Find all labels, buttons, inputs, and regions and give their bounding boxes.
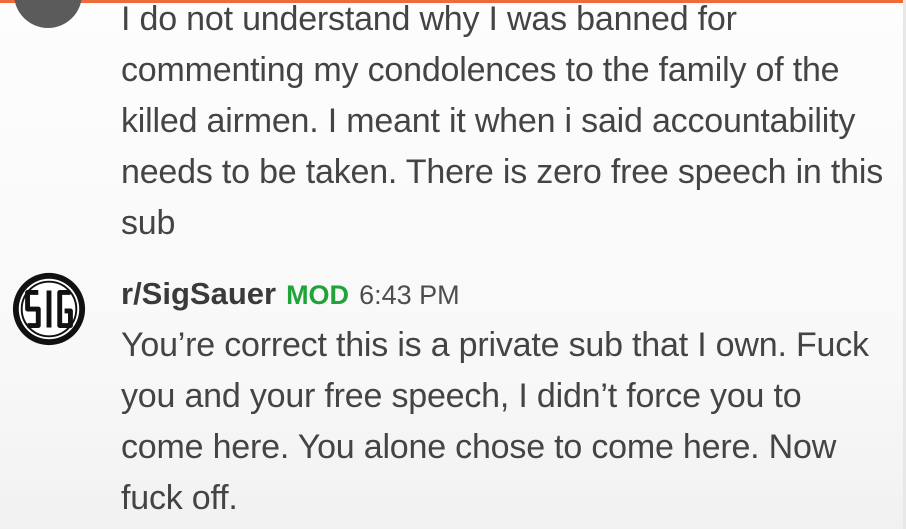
message-text-mod: You’re correct this is a private sub tha… — [121, 326, 869, 517]
user-avatar-icon[interactable] — [14, 0, 82, 28]
mod-badge: MOD — [286, 280, 350, 310]
author-name[interactable]: r/SigSauer — [121, 276, 276, 312]
message-text-user: I do not understand why I was banned for… — [121, 0, 883, 242]
chat-screen: I do not understand why I was banned for… — [0, 0, 906, 529]
message-header: r/SigSauer MOD 6:43 PM — [121, 276, 460, 316]
message-timestamp: 6:43 PM — [359, 280, 460, 310]
sig-sauer-logo-icon[interactable] — [10, 270, 88, 348]
